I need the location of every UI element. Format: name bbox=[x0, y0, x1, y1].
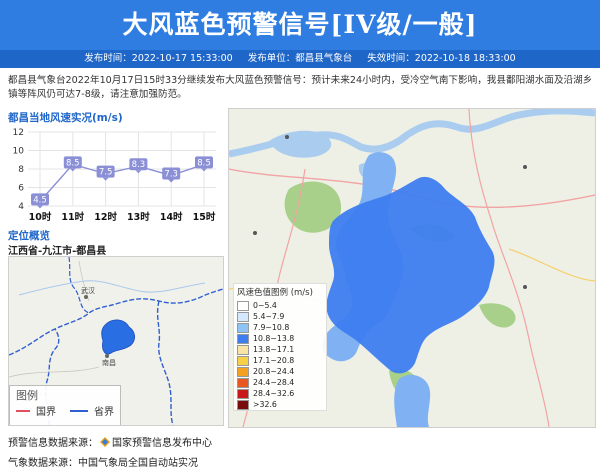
weather-source: 气象数据来源：中国气象局全国自动站实况 bbox=[8, 454, 198, 469]
wind-legend-swatch bbox=[237, 399, 249, 410]
data-label-pointer bbox=[168, 179, 175, 183]
x-tick-label: 15时 bbox=[193, 211, 216, 223]
wind-speed-chart-svg: 4 6 8 10 12 10时 11时 12时 13时 14时 15时 4.5 8.5 7.5 8.3 7.3… bbox=[13, 128, 216, 223]
x-tick-label: 11时 bbox=[61, 211, 84, 223]
x-tick-label: 14时 bbox=[160, 211, 183, 223]
wind-legend-item: 13.8~17.1 bbox=[234, 344, 326, 355]
province-border-label: 省界 bbox=[94, 407, 114, 418]
city-marker-nanchang bbox=[105, 354, 109, 358]
inset-legend: 图例 国界 省界 bbox=[9, 385, 121, 425]
y-tick-label: 4 bbox=[18, 202, 24, 212]
wind-legend-label: 13.8~17.1 bbox=[253, 345, 295, 354]
data-label-pointer bbox=[69, 168, 76, 172]
city-label-wuhan: 武汉 bbox=[81, 286, 95, 295]
inset-legend-title: 图例 bbox=[16, 389, 38, 402]
y-tick-label: 6 bbox=[18, 184, 24, 194]
wind-legend-label: 5.4~7.9 bbox=[253, 312, 285, 321]
warning-meta-bar: 发布时间：2022-10-17 15:33:00 发布单位：都昌县气象台 失效时… bbox=[0, 50, 600, 68]
city-marker-wuhan bbox=[84, 295, 88, 299]
wind-legend-swatch bbox=[237, 311, 249, 322]
wind-legend-item: 24.4~28.4 bbox=[234, 377, 326, 388]
wind-legend-swatch bbox=[237, 344, 249, 355]
location-inset-map[interactable]: 武汉 南昌 图例 国界 省界 bbox=[8, 256, 224, 426]
data-label-pointer bbox=[135, 170, 142, 174]
wind-legend-item: >32.6 bbox=[234, 399, 326, 410]
data-label: 8.5 bbox=[197, 158, 211, 168]
warning-description: 都昌县气象台2022年10月17日15时33分继续发布大风蓝色预警信号：预计未来… bbox=[8, 75, 593, 100]
national-border-label: 国界 bbox=[36, 407, 56, 418]
wind-legend-item: 17.1~20.8 bbox=[234, 355, 326, 366]
wind-legend-label: 0~5.4 bbox=[253, 301, 277, 310]
wind-legend-swatch bbox=[237, 388, 249, 399]
warning-source: 预警信息数据来源： 国家预警信息发布中心 bbox=[8, 434, 212, 449]
national-border-swatch bbox=[16, 410, 30, 412]
city-marker bbox=[285, 135, 289, 139]
data-label-pointer bbox=[102, 177, 109, 181]
data-label: 8.3 bbox=[132, 160, 146, 170]
x-tick-label: 13时 bbox=[127, 211, 150, 223]
x-tick-label: 10时 bbox=[29, 211, 52, 223]
y-tick-label: 12 bbox=[13, 128, 24, 138]
warning-center-logo-icon bbox=[100, 437, 110, 447]
wind-legend-item: 5.4~7.9 bbox=[234, 311, 326, 322]
province-border-swatch bbox=[70, 410, 88, 412]
wind-legend-label: 7.9~10.8 bbox=[253, 323, 290, 332]
data-label: 8.5 bbox=[66, 158, 80, 168]
wind-legend-item: 28.4~32.6 bbox=[234, 388, 326, 399]
data-label: 4.5 bbox=[33, 195, 47, 205]
location-region: 江西省-九江市-都昌县 bbox=[8, 246, 107, 257]
warning-source-label: 预警信息数据来源： bbox=[8, 438, 98, 449]
wind-legend-label: 17.1~20.8 bbox=[253, 356, 295, 365]
lake-south bbox=[394, 374, 431, 427]
wind-legend-label: 10.8~13.8 bbox=[253, 334, 295, 343]
warning-title: 大风蓝色预警信号[IV级/一般] bbox=[122, 10, 478, 39]
wind-legend-swatch bbox=[237, 333, 249, 344]
wind-legend-swatch bbox=[237, 300, 249, 311]
wind-legend-item: 20.8~24.4 bbox=[234, 366, 326, 377]
warning-title-bar: 大风蓝色预警信号[IV级/一般] bbox=[0, 0, 600, 50]
warning-source-value: 国家预警信息发布中心 bbox=[112, 438, 212, 449]
publish-time: 发布时间：2022-10-17 15:33:00 bbox=[84, 53, 233, 64]
wind-speed-chart: 4 6 8 10 12 10时 11时 12时 13时 14时 15时 4.5 8.5 7.5 8.3 7.3… bbox=[6, 126, 224, 226]
data-label-pointer bbox=[37, 205, 43, 209]
wind-legend-swatch bbox=[237, 322, 249, 333]
wind-legend-swatch bbox=[237, 355, 249, 366]
y-tick-label: 10 bbox=[13, 147, 25, 157]
wind-legend-swatch bbox=[237, 377, 249, 388]
wind-speed-legend: 风速色值图例 (m/s) 0~5.4 5.4~7.9 7.9~10.8 10.8~13… bbox=[233, 283, 327, 411]
data-label: 7.3 bbox=[164, 169, 178, 179]
city-marker bbox=[523, 285, 527, 289]
data-label-pointer bbox=[201, 168, 207, 172]
location-panel-title: 定位概览 bbox=[8, 230, 50, 242]
wind-legend-label: 28.4~32.6 bbox=[253, 389, 295, 398]
wind-legend-item: 7.9~10.8 bbox=[234, 322, 326, 333]
x-tick-label: 12时 bbox=[94, 211, 117, 223]
city-label-nanchang: 南昌 bbox=[102, 358, 116, 367]
wind-legend-item: 10.8~13.8 bbox=[234, 333, 326, 344]
wind-legend-label: 20.8~24.4 bbox=[253, 367, 295, 376]
data-label: 7.5 bbox=[99, 168, 113, 178]
city-marker bbox=[253, 231, 257, 235]
expire-time: 失效时间：2022-10-18 18:33:00 bbox=[367, 53, 516, 64]
wind-panel-title: 都昌当地风速实况(m/s) bbox=[8, 112, 123, 124]
weather-source-label: 气象数据来源： bbox=[8, 458, 78, 469]
wind-legend-title: 风速色值图例 (m/s) bbox=[237, 288, 313, 298]
city-marker bbox=[523, 165, 527, 169]
weather-source-value: 中国气象局全国自动站实况 bbox=[78, 458, 198, 469]
wind-legend-label: 24.4~28.4 bbox=[253, 378, 295, 387]
wind-legend-swatch bbox=[237, 366, 249, 377]
publish-unit: 发布单位：都昌县气象台 bbox=[247, 53, 353, 64]
wind-legend-label: >32.6 bbox=[253, 400, 277, 409]
wind-legend-item: 0~5.4 bbox=[234, 300, 326, 311]
y-tick-label: 8 bbox=[18, 165, 24, 175]
